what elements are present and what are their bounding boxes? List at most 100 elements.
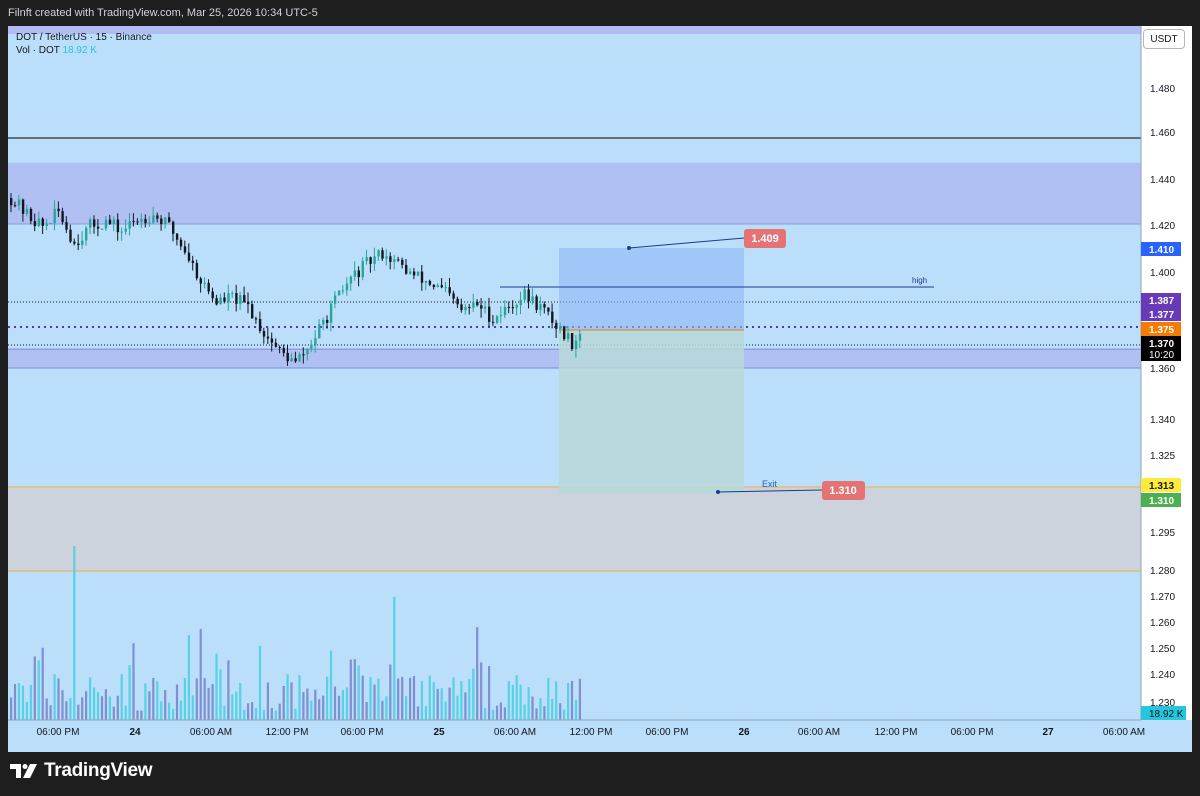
footer-bar [0, 752, 1200, 796]
volume-bar [286, 674, 289, 720]
x-tick-label: 26 [738, 727, 750, 738]
candle-body [49, 223, 52, 225]
y-tick-label: 1.420 [1150, 221, 1175, 232]
volume-bar [128, 665, 131, 720]
volume-bar [53, 674, 56, 720]
volume-bar [337, 695, 341, 720]
candle-body [85, 227, 88, 241]
candle-body [286, 352, 289, 362]
candle-body [108, 219, 112, 224]
candle-body [551, 311, 554, 323]
y-tick-label: 1.325 [1150, 451, 1175, 462]
tradingview-logo[interactable]: TradingView [10, 760, 153, 782]
candle-body [452, 293, 455, 299]
position-stop-zone[interactable] [559, 330, 744, 494]
volume-bar [17, 683, 21, 720]
candle-body [17, 199, 21, 206]
candle-body [416, 271, 420, 276]
y-tick-label: 1.440 [1150, 175, 1175, 186]
candle-body [183, 246, 187, 253]
volume-bar [290, 682, 293, 720]
volume-bar [440, 688, 443, 720]
volume-bar [444, 701, 447, 720]
volume-bar [10, 697, 13, 720]
candle-body [527, 289, 530, 302]
tradingview-logo-icon [10, 764, 37, 778]
volume-bar [116, 695, 119, 720]
volume-bar [401, 676, 404, 720]
candle-body [77, 243, 80, 245]
volume-bar [472, 668, 475, 720]
volume-bar [523, 704, 526, 720]
candle-body [25, 208, 29, 214]
candle-body [156, 215, 159, 219]
candle-body [302, 354, 305, 356]
volume-bar [306, 688, 309, 720]
candle-body [377, 250, 380, 257]
volume-bar [373, 684, 376, 720]
candle-body [393, 259, 396, 262]
candle-body [294, 358, 297, 362]
candle-body [128, 221, 131, 229]
candle-body [310, 344, 313, 349]
candle-body [519, 299, 522, 306]
volume-bar [93, 687, 96, 720]
volume-bar [424, 706, 427, 720]
volume-bar [326, 676, 329, 720]
price-badge-text: 1.313 [1149, 481, 1174, 492]
volume-bar [531, 696, 534, 720]
volume-bar [503, 707, 506, 720]
y-tick-label: 1.460 [1150, 128, 1175, 139]
volume-bar [480, 662, 483, 720]
candle-body [187, 252, 191, 261]
position-target-zone[interactable] [559, 248, 744, 330]
volume-bar [89, 677, 92, 720]
volume-bar [302, 692, 305, 720]
candle-body [365, 257, 368, 261]
x-tick-label: 06:00 PM [951, 727, 994, 738]
candle-body [57, 208, 60, 212]
candle-body [543, 304, 546, 308]
volume-bar [333, 686, 337, 720]
volume-bar [175, 684, 179, 720]
volume-bar [464, 692, 467, 720]
volume-bar [266, 682, 269, 720]
candle-body [357, 270, 360, 278]
volume-bar [41, 647, 44, 720]
currency-button[interactable]: USDT [1143, 29, 1185, 49]
volume-bar [389, 664, 392, 720]
candle-body [104, 219, 108, 229]
volume-bar [409, 677, 412, 720]
candle-body [476, 302, 479, 306]
volume-bar [349, 659, 352, 720]
volume-bar [385, 696, 388, 720]
volume-bar [49, 705, 52, 720]
volume-bar [484, 708, 487, 720]
price-badge-text: 1.370 [1149, 339, 1174, 350]
candle-body [199, 278, 202, 284]
volume-bar [25, 701, 28, 720]
volume-bar [491, 709, 495, 720]
price-chart[interactable]: high Exit 1.409 1.310 1.480 1.460 1.440 1.420 1.… [0, 0, 1200, 796]
candle-body [440, 285, 443, 288]
candle-body [175, 233, 179, 240]
volume-bar [57, 678, 60, 720]
volume-bar [231, 694, 234, 720]
x-tick-label: 06:00 PM [646, 727, 689, 738]
exit-label: Exit [762, 479, 778, 489]
y-tick-label: 1.400 [1150, 268, 1175, 279]
price-badge-text: 1.375 [1149, 325, 1174, 336]
symbol-line: DOT / TetherUS · 15 · Binance [16, 32, 152, 43]
candle-body [251, 304, 254, 319]
candle-body [298, 354, 301, 362]
volume-bar [476, 627, 479, 720]
candle-body [361, 261, 364, 278]
volume-bar [81, 697, 84, 720]
volume-bar [357, 665, 360, 720]
vol-value: 18.92 K [62, 45, 97, 56]
volume-bar [574, 699, 578, 720]
volume-bar [488, 666, 491, 720]
candle-body [243, 295, 246, 302]
y-tick-label: 1.360 [1150, 364, 1175, 375]
y-tick-label: 1.260 [1150, 618, 1175, 629]
